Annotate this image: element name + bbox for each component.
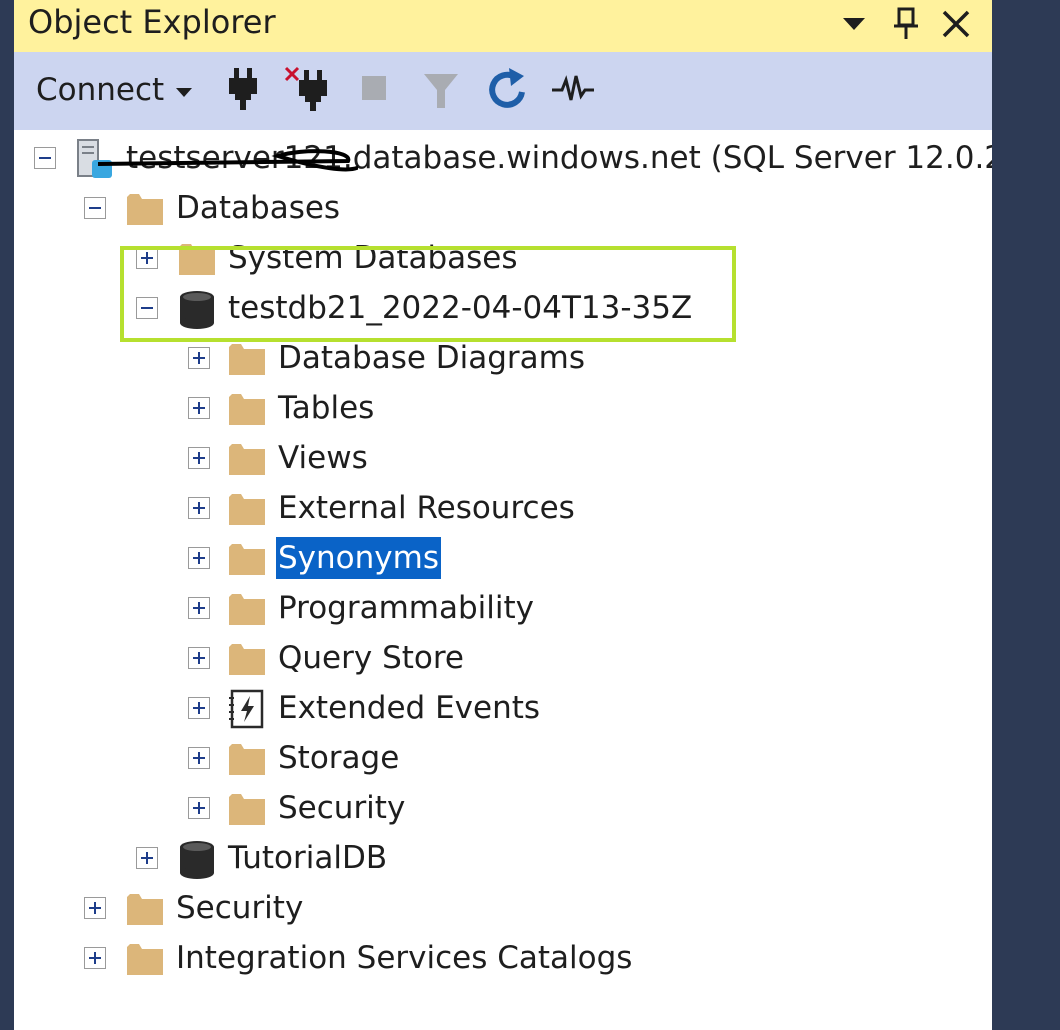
tree-node-db-security[interactable]: Security — [14, 784, 992, 834]
query-store-label: Query Store — [278, 640, 464, 676]
expand-system-databases-toggle[interactable] — [136, 247, 158, 269]
views-label: Views — [278, 440, 368, 476]
tree-node-security[interactable]: Security — [14, 884, 992, 934]
expand-toggle[interactable] — [188, 747, 210, 769]
connect-dropdown-caret-icon[interactable] — [176, 88, 192, 97]
folder-icon — [124, 938, 166, 980]
object-explorer-toolbar: Connect — [14, 52, 992, 130]
collapse-server-toggle[interactable] — [34, 147, 56, 169]
folder-icon — [124, 188, 166, 230]
tree-node-server[interactable]: testserver121.database.windows.net (SQL … — [14, 134, 992, 184]
expand-toggle[interactable] — [188, 447, 210, 469]
security-label: Security — [176, 890, 304, 926]
external-resources-label: External Resources — [278, 490, 575, 526]
tree-node-external-resources[interactable]: External Resources — [14, 484, 992, 534]
collapse-testdb-toggle[interactable] — [136, 297, 158, 319]
system-databases-label: System Databases — [228, 240, 518, 276]
chevron-down-icon[interactable] — [836, 6, 872, 42]
database-diagrams-label: Database Diagrams — [278, 340, 586, 376]
synonyms-label: Synonyms — [276, 537, 441, 579]
expand-tutorialdb-toggle[interactable] — [136, 847, 158, 869]
tree-node-query-store[interactable]: Query Store — [14, 634, 992, 684]
extended-events-label: Extended Events — [278, 690, 541, 726]
connect-button[interactable]: Connect — [36, 72, 164, 108]
folder-icon — [226, 538, 268, 580]
storage-label: Storage — [278, 740, 400, 776]
object-explorer-panel: Object Explorer Connect testserver121.da… — [14, 0, 992, 1030]
expand-toggle[interactable] — [188, 347, 210, 369]
connect-plug-icon[interactable] — [220, 66, 266, 112]
panel-title: Object Explorer — [28, 3, 276, 41]
expand-toggle[interactable] — [188, 597, 210, 619]
server-icon — [74, 138, 116, 180]
tree-node-extended-events[interactable]: Extended Events — [14, 684, 992, 734]
tree-node-synonyms[interactable]: Synonyms — [14, 534, 992, 584]
testdb-label: testdb21_2022-04-04T13-35Z — [228, 290, 693, 326]
folder-icon — [226, 388, 268, 430]
programmability-label: Programmability — [278, 590, 535, 626]
expand-toggle[interactable] — [188, 497, 210, 519]
tree-node-databases[interactable]: Databases — [14, 184, 992, 234]
expand-toggle[interactable] — [188, 797, 210, 819]
expand-toggle[interactable] — [188, 547, 210, 569]
tree-node-tutorialdb[interactable]: TutorialDB — [14, 834, 992, 884]
extended-events-icon — [226, 688, 268, 730]
server-label: testserver121.database.windows.net (SQL … — [126, 140, 992, 176]
folder-icon — [226, 638, 268, 680]
stop-icon[interactable] — [352, 66, 398, 112]
object-explorer-tree: testserver121.database.windows.net (SQL … — [14, 130, 992, 1030]
expand-toggle[interactable] — [188, 397, 210, 419]
folder-icon — [176, 238, 218, 280]
pin-icon[interactable] — [888, 6, 924, 42]
collapse-databases-toggle[interactable] — [84, 197, 106, 219]
tree-node-testdb[interactable]: testdb21_2022-04-04T13-35Z — [14, 284, 992, 334]
databases-label: Databases — [176, 190, 341, 226]
folder-icon — [226, 738, 268, 780]
database-icon — [176, 288, 218, 330]
folder-icon — [124, 888, 166, 930]
tree-node-system-databases[interactable]: System Databases — [14, 234, 992, 284]
expand-toggle[interactable] — [188, 647, 210, 669]
folder-icon — [226, 788, 268, 830]
tutorialdb-label: TutorialDB — [228, 840, 388, 876]
expand-security-toggle[interactable] — [84, 897, 106, 919]
refresh-icon[interactable] — [484, 66, 530, 112]
folder-icon — [226, 438, 268, 480]
tree-node-views[interactable]: Views — [14, 434, 992, 484]
folder-icon — [226, 338, 268, 380]
tree-node-database-diagrams[interactable]: Database Diagrams — [14, 334, 992, 384]
close-icon[interactable] — [938, 6, 974, 42]
panel-title-bar: Object Explorer — [14, 0, 992, 52]
tree-node-programmability[interactable]: Programmability — [14, 584, 992, 634]
db-security-label: Security — [278, 790, 406, 826]
folder-icon — [226, 588, 268, 630]
activity-monitor-icon[interactable] — [550, 66, 596, 112]
database-icon — [176, 838, 218, 880]
disconnect-plug-icon[interactable] — [284, 66, 330, 112]
tree-node-storage[interactable]: Storage — [14, 734, 992, 784]
expand-toggle[interactable] — [188, 697, 210, 719]
tables-label: Tables — [278, 390, 375, 426]
integration-services-label: Integration Services Catalogs — [176, 940, 633, 976]
folder-icon — [226, 488, 268, 530]
tree-node-tables[interactable]: Tables — [14, 384, 992, 434]
filter-icon[interactable] — [418, 66, 464, 112]
tree-node-integration-services-catalogs[interactable]: Integration Services Catalogs — [14, 934, 992, 984]
expand-integration-services-toggle[interactable] — [84, 947, 106, 969]
